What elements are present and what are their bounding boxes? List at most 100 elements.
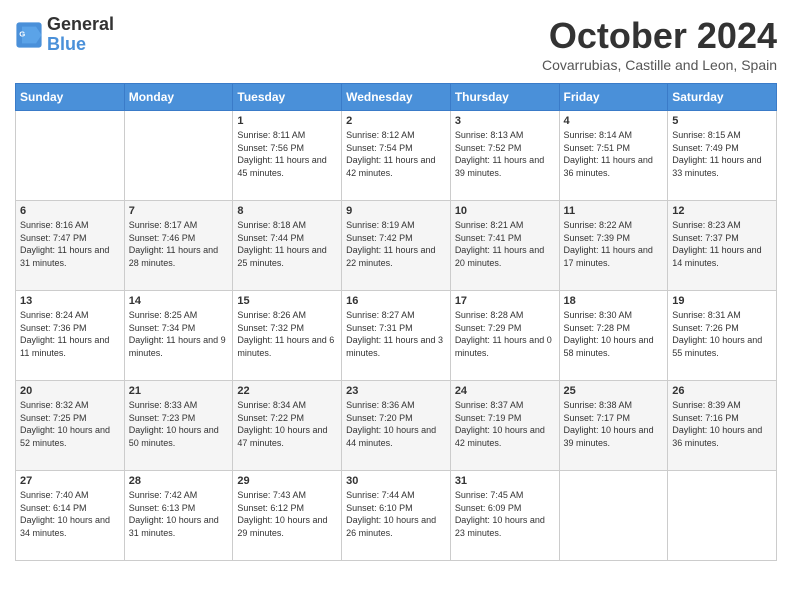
- logo: G General Blue: [15, 15, 114, 55]
- calendar-cell: 17 Sunrise: 8:28 AM Sunset: 7:29 PM Dayli…: [450, 291, 559, 381]
- day-number: 17: [455, 295, 555, 307]
- day-info: Sunrise: 8:26 AM Sunset: 7:32 PM Dayligh…: [237, 309, 337, 359]
- calendar-cell: 18Sunrise: 8:30 AM Sunset: 7:28 PM Dayli…: [559, 291, 668, 381]
- weekday-header-monday: Monday: [124, 84, 233, 111]
- day-number: 12: [672, 205, 772, 217]
- calendar-table: SundayMondayTuesdayWednesdayThursdayFrid…: [15, 83, 777, 561]
- calendar-cell: 26Sunrise: 8:39 AM Sunset: 7:16 PM Dayli…: [668, 381, 777, 471]
- calendar-cell: 28Sunrise: 7:42 AM Sunset: 6:13 PM Dayli…: [124, 471, 233, 561]
- calendar-cell: 21 Sunrise: 8:33 AM Sunset: 7:23 PM Dayli…: [124, 381, 233, 471]
- calendar-cell: 3Sunrise: 8:13 AM Sunset: 7:52 PM Daylig…: [450, 111, 559, 201]
- calendar-week-5: 27 Sunrise: 7:40 AM Sunset: 6:14 PM Dayli…: [16, 471, 777, 561]
- calendar-cell: [124, 111, 233, 201]
- day-number: 31: [455, 475, 555, 487]
- day-info: Sunrise: 8:16 AM Sunset: 7:47 PM Dayligh…: [20, 219, 120, 269]
- day-info: Sunrise: 8:24 AM Sunset: 7:36 PM Dayligh…: [20, 309, 120, 359]
- logo-text-blue: Blue: [47, 35, 114, 55]
- day-info: Sunrise: 8:22 AM Sunset: 7:39 PM Dayligh…: [564, 219, 664, 269]
- day-info: Sunrise: 8:17 AM Sunset: 7:46 PM Dayligh…: [129, 219, 229, 269]
- day-info: Sunrise: 7:40 AM Sunset: 6:14 PM Dayligh…: [20, 489, 120, 539]
- day-number: 27: [20, 475, 120, 487]
- calendar-cell: 5 Sunrise: 8:15 AM Sunset: 7:49 PM Daylig…: [668, 111, 777, 201]
- day-info: Sunrise: 8:18 AM Sunset: 7:44 PM Dayligh…: [237, 219, 337, 269]
- calendar-cell: 15 Sunrise: 8:26 AM Sunset: 7:32 PM Dayli…: [233, 291, 342, 381]
- day-number: 2: [346, 115, 446, 127]
- day-number: 7: [129, 205, 229, 217]
- title-block: October 2024 Covarrubias, Castille and L…: [542, 15, 777, 73]
- day-number: 18: [564, 295, 664, 307]
- day-number: 4: [564, 115, 664, 127]
- calendar-cell: 16Sunrise: 8:27 AM Sunset: 7:31 PM Dayli…: [342, 291, 451, 381]
- calendar-cell: 6 Sunrise: 8:16 AM Sunset: 7:47 PM Daylig…: [16, 201, 125, 291]
- calendar-header: SundayMondayTuesdayWednesdayThursdayFrid…: [16, 84, 777, 111]
- day-info: Sunrise: 8:27 AM Sunset: 7:31 PM Dayligh…: [346, 309, 446, 359]
- calendar-week-3: 13 Sunrise: 8:24 AM Sunset: 7:36 PM Dayli…: [16, 291, 777, 381]
- day-number: 19: [672, 295, 772, 307]
- day-info: Sunrise: 7:42 AM Sunset: 6:13 PM Dayligh…: [129, 489, 229, 539]
- calendar-cell: 27 Sunrise: 7:40 AM Sunset: 6:14 PM Dayli…: [16, 471, 125, 561]
- day-info: Sunrise: 7:43 AM Sunset: 6:12 PM Dayligh…: [237, 489, 337, 539]
- calendar-cell: 9Sunrise: 8:19 AM Sunset: 7:42 PM Daylig…: [342, 201, 451, 291]
- calendar-cell: 22Sunrise: 8:34 AM Sunset: 7:22 PM Dayli…: [233, 381, 342, 471]
- day-info: Sunrise: 8:11 AM Sunset: 7:56 PM Dayligh…: [237, 129, 337, 179]
- logo-icon: G: [15, 21, 43, 49]
- calendar-cell: 4 Sunrise: 8:14 AM Sunset: 7:51 PM Daylig…: [559, 111, 668, 201]
- calendar-cell: 8 Sunrise: 8:18 AM Sunset: 7:44 PM Daylig…: [233, 201, 342, 291]
- day-info: Sunrise: 7:44 AM Sunset: 6:10 PM Dayligh…: [346, 489, 446, 539]
- day-info: Sunrise: 8:38 AM Sunset: 7:17 PM Dayligh…: [564, 399, 664, 449]
- weekday-header-thursday: Thursday: [450, 84, 559, 111]
- day-info: Sunrise: 8:36 AM Sunset: 7:20 PM Dayligh…: [346, 399, 446, 449]
- day-number: 21: [129, 385, 229, 397]
- calendar-cell: 12 Sunrise: 8:23 AM Sunset: 7:37 PM Dayli…: [668, 201, 777, 291]
- weekday-header-friday: Friday: [559, 84, 668, 111]
- day-number: 15: [237, 295, 337, 307]
- calendar-cell: [668, 471, 777, 561]
- day-info: Sunrise: 8:23 AM Sunset: 7:37 PM Dayligh…: [672, 219, 772, 269]
- calendar-cell: 24Sunrise: 8:37 AM Sunset: 7:19 PM Dayli…: [450, 381, 559, 471]
- day-number: 6: [20, 205, 120, 217]
- day-number: 8: [237, 205, 337, 217]
- day-info: Sunrise: 7:45 AM Sunset: 6:09 PM Dayligh…: [455, 489, 555, 539]
- calendar-cell: [16, 111, 125, 201]
- day-info: Sunrise: 8:13 AM Sunset: 7:52 PM Dayligh…: [455, 129, 555, 179]
- day-info: Sunrise: 8:28 AM Sunset: 7:29 PM Dayligh…: [455, 309, 555, 359]
- calendar-cell: 31 Sunrise: 7:45 AM Sunset: 6:09 PM Dayli…: [450, 471, 559, 561]
- day-number: 5: [672, 115, 772, 127]
- weekday-header-wednesday: Wednesday: [342, 84, 451, 111]
- calendar-body: 1 Sunrise: 8:11 AM Sunset: 7:56 PM Daylig…: [16, 111, 777, 561]
- page-header: G General Blue October 2024 Covarrubias,…: [15, 15, 777, 73]
- day-number: 14: [129, 295, 229, 307]
- svg-text:G: G: [19, 29, 25, 38]
- location: Covarrubias, Castille and Leon, Spain: [542, 57, 777, 73]
- calendar-cell: 14Sunrise: 8:25 AM Sunset: 7:34 PM Dayli…: [124, 291, 233, 381]
- day-info: Sunrise: 8:12 AM Sunset: 7:54 PM Dayligh…: [346, 129, 446, 179]
- calendar-cell: 2 Sunrise: 8:12 AM Sunset: 7:54 PM Daylig…: [342, 111, 451, 201]
- calendar-cell: 25Sunrise: 8:38 AM Sunset: 7:17 PM Dayli…: [559, 381, 668, 471]
- day-info: Sunrise: 8:39 AM Sunset: 7:16 PM Dayligh…: [672, 399, 772, 449]
- day-number: 10: [455, 205, 555, 217]
- month-title: October 2024: [542, 15, 777, 57]
- calendar-cell: 19 Sunrise: 8:31 AM Sunset: 7:26 PM Dayli…: [668, 291, 777, 381]
- day-info: Sunrise: 8:19 AM Sunset: 7:42 PM Dayligh…: [346, 219, 446, 269]
- weekday-header-saturday: Saturday: [668, 84, 777, 111]
- calendar-week-2: 6 Sunrise: 8:16 AM Sunset: 7:47 PM Daylig…: [16, 201, 777, 291]
- calendar-cell: 13 Sunrise: 8:24 AM Sunset: 7:36 PM Dayli…: [16, 291, 125, 381]
- calendar-cell: 1 Sunrise: 8:11 AM Sunset: 7:56 PM Daylig…: [233, 111, 342, 201]
- day-number: 13: [20, 295, 120, 307]
- day-info: Sunrise: 8:21 AM Sunset: 7:41 PM Dayligh…: [455, 219, 555, 269]
- day-info: Sunrise: 8:14 AM Sunset: 7:51 PM Dayligh…: [564, 129, 664, 179]
- day-number: 1: [237, 115, 337, 127]
- calendar-week-1: 1 Sunrise: 8:11 AM Sunset: 7:56 PM Daylig…: [16, 111, 777, 201]
- day-info: Sunrise: 8:33 AM Sunset: 7:23 PM Dayligh…: [129, 399, 229, 449]
- calendar-cell: 10 Sunrise: 8:21 AM Sunset: 7:41 PM Dayli…: [450, 201, 559, 291]
- calendar-cell: 11Sunrise: 8:22 AM Sunset: 7:39 PM Dayli…: [559, 201, 668, 291]
- calendar-cell: 20Sunrise: 8:32 AM Sunset: 7:25 PM Dayli…: [16, 381, 125, 471]
- day-info: Sunrise: 8:15 AM Sunset: 7:49 PM Dayligh…: [672, 129, 772, 179]
- weekday-header-row: SundayMondayTuesdayWednesdayThursdayFrid…: [16, 84, 777, 111]
- day-info: Sunrise: 8:31 AM Sunset: 7:26 PM Dayligh…: [672, 309, 772, 359]
- calendar-cell: 23 Sunrise: 8:36 AM Sunset: 7:20 PM Dayli…: [342, 381, 451, 471]
- day-number: 23: [346, 385, 446, 397]
- day-info: Sunrise: 8:34 AM Sunset: 7:22 PM Dayligh…: [237, 399, 337, 449]
- day-number: 20: [20, 385, 120, 397]
- day-number: 24: [455, 385, 555, 397]
